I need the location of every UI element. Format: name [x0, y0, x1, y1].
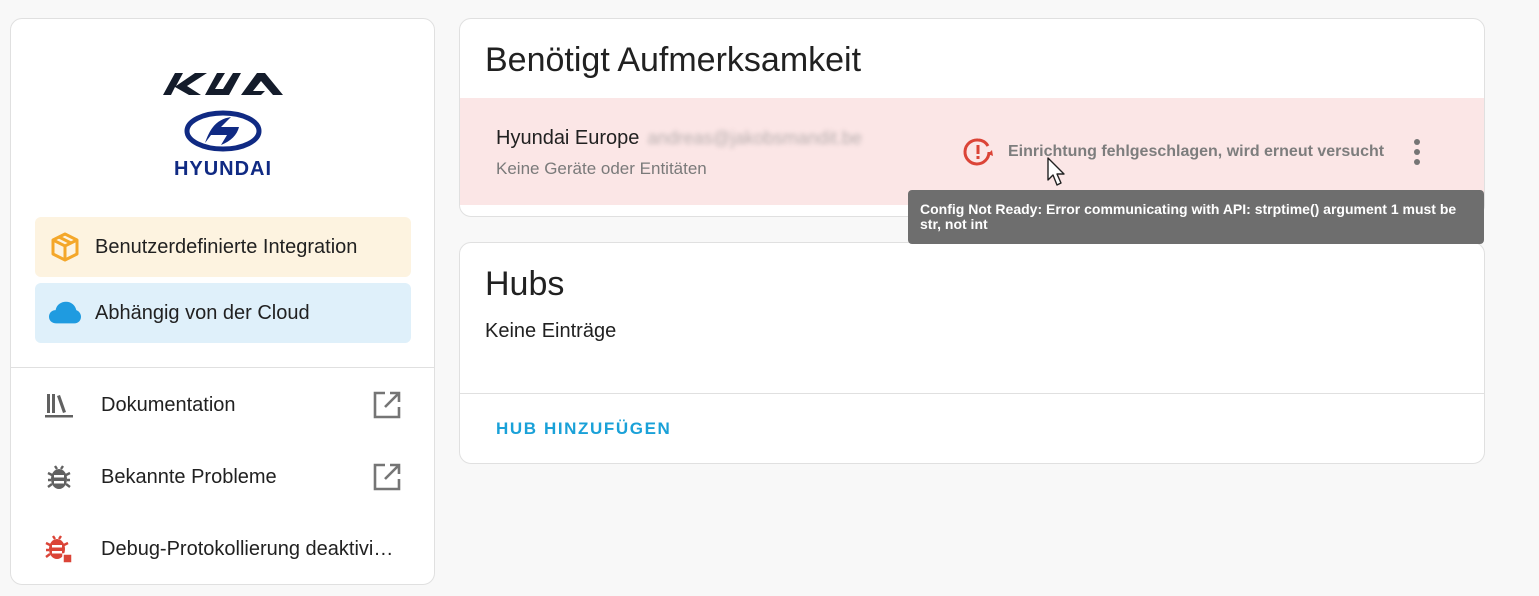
add-hub-button[interactable]: HUB HINZUFÜGEN: [496, 419, 671, 439]
needs-attention-title: Benötigt Aufmerksamkeit: [485, 41, 862, 79]
hubs-card: Hubs Keine Einträge HUB HINZUFÜGEN: [459, 242, 1485, 464]
hubs-empty-text: Keine Einträge: [485, 320, 617, 342]
hyundai-wordmark: HYUNDAI: [174, 158, 272, 180]
bug-icon: [43, 461, 75, 493]
dots-vertical-icon[interactable]: [1402, 134, 1432, 170]
open-in-new-icon[interactable]: [369, 459, 405, 495]
error-tooltip: Config Not Ready: Error communicating wi…: [908, 190, 1484, 244]
bug-stop-icon: [43, 533, 75, 565]
entry-name: Hyundai Europe: [496, 127, 640, 149]
mouse-cursor-icon: [1046, 156, 1068, 188]
integration-info-card: HYUNDAI Benutzerdefinierte Integration A…: [10, 18, 435, 585]
disable-debug-logging-label: Debug-Protokollierung deaktivi…: [101, 537, 394, 560]
known-issues-label: Bekannte Probleme: [101, 465, 277, 488]
cloud-icon: [49, 297, 81, 329]
divider: [11, 367, 434, 368]
package-icon: [49, 231, 81, 263]
cloud-dependency-label: Abhängig von der Cloud: [95, 301, 310, 324]
kia-hyundai-logo: HYUNDAI: [161, 69, 285, 181]
documentation-label: Dokumentation: [101, 393, 236, 416]
book-shelf-icon: [43, 389, 75, 421]
entry-subtitle: Keine Geräte oder Entitäten: [496, 159, 707, 178]
cloud-dependency-badge: Abhängig von der Cloud: [35, 283, 411, 343]
custom-integration-label: Benutzerdefinierte Integration: [95, 235, 358, 258]
alert-retry-icon: [962, 136, 994, 168]
custom-integration-badge: Benutzerdefinierte Integration: [35, 217, 411, 277]
needs-attention-card: Benötigt Aufmerksamkeit Hyundai Europe an…: [459, 18, 1485, 217]
entry-email-redacted: andreas@jakobsmandit.be: [647, 128, 862, 148]
known-issues-link[interactable]: Bekannte Probleme: [11, 449, 434, 505]
divider: [460, 393, 1484, 394]
disable-debug-logging-link[interactable]: Debug-Protokollierung deaktivi…: [11, 521, 434, 577]
config-entry-row[interactable]: Hyundai Europe andreas@jakobsmandit.be Ke…: [460, 98, 1484, 205]
documentation-link[interactable]: Dokumentation: [11, 377, 434, 433]
hubs-title: Hubs: [485, 265, 565, 303]
open-in-new-icon[interactable]: [369, 387, 405, 423]
